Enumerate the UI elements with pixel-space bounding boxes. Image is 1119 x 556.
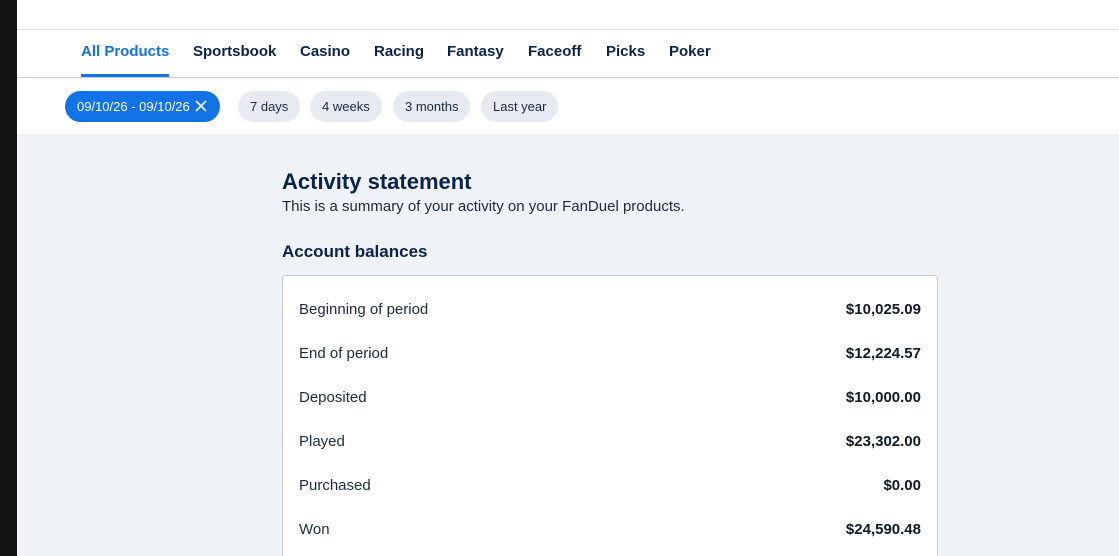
- account-balances-title: Account balances: [282, 242, 428, 261]
- tab-casino[interactable]: Casino: [300, 43, 350, 60]
- balance-row: Purchased $0.00: [299, 477, 921, 501]
- date-range-label: 09/10/26 - 09/10/26: [77, 99, 190, 114]
- tab-faceoff[interactable]: Faceoff: [528, 43, 581, 60]
- top-header: [17, 0, 1119, 30]
- tab-sportsbook[interactable]: Sportsbook: [193, 43, 276, 60]
- balance-value: $24,590.48: [845, 521, 921, 538]
- background-window-edge: [0, 0, 17, 556]
- balance-value: $10,025.09: [845, 301, 921, 318]
- balance-value: $0.00: [883, 477, 921, 494]
- balance-row: End of period $12,224.57: [299, 345, 921, 369]
- date-range-chip[interactable]: 09/10/26 - 09/10/26: [65, 91, 220, 122]
- balance-label: Purchased: [299, 477, 371, 494]
- page-subtitle: This is a summary of your activity on yo…: [282, 198, 685, 215]
- filter-7-days[interactable]: 7 days: [238, 91, 301, 122]
- balance-label: Won: [299, 521, 330, 538]
- product-nav: All Products Sportsbook Casino Racing Fa…: [17, 30, 1119, 78]
- balance-label: End of period: [299, 345, 389, 362]
- balance-row: Deposited $10,000.00: [299, 389, 921, 413]
- filter-last-year[interactable]: Last year: [481, 91, 559, 122]
- balance-label: Beginning of period: [299, 301, 429, 318]
- balance-value: $23,302.00: [845, 433, 921, 450]
- close-icon[interactable]: [194, 99, 208, 113]
- balance-value: $10,000.00: [845, 389, 921, 406]
- account-balances-card: Beginning of period $10,025.09 End of pe…: [282, 275, 938, 556]
- filter-4-weeks[interactable]: 4 weeks: [310, 91, 382, 122]
- balance-row: Beginning of period $10,025.09: [299, 301, 921, 325]
- tab-picks[interactable]: Picks: [606, 43, 645, 60]
- tab-all-products[interactable]: All Products: [81, 43, 169, 60]
- tab-poker[interactable]: Poker: [669, 43, 711, 60]
- filter-3-months[interactable]: 3 months: [393, 91, 471, 122]
- balance-row: Played $23,302.00: [299, 433, 921, 457]
- balance-value: $12,224.57: [845, 345, 921, 362]
- active-tab-indicator: [81, 74, 169, 77]
- tab-fantasy[interactable]: Fantasy: [447, 43, 504, 60]
- balance-row: Won $24,590.48: [299, 521, 921, 545]
- date-filter-bar: 09/10/26 - 09/10/26 7 days 4 weeks 3 mon…: [17, 78, 1119, 134]
- balance-label: Played: [299, 433, 345, 450]
- balance-label: Deposited: [299, 389, 367, 406]
- page-title: Activity statement: [282, 169, 472, 194]
- tab-racing[interactable]: Racing: [374, 43, 424, 60]
